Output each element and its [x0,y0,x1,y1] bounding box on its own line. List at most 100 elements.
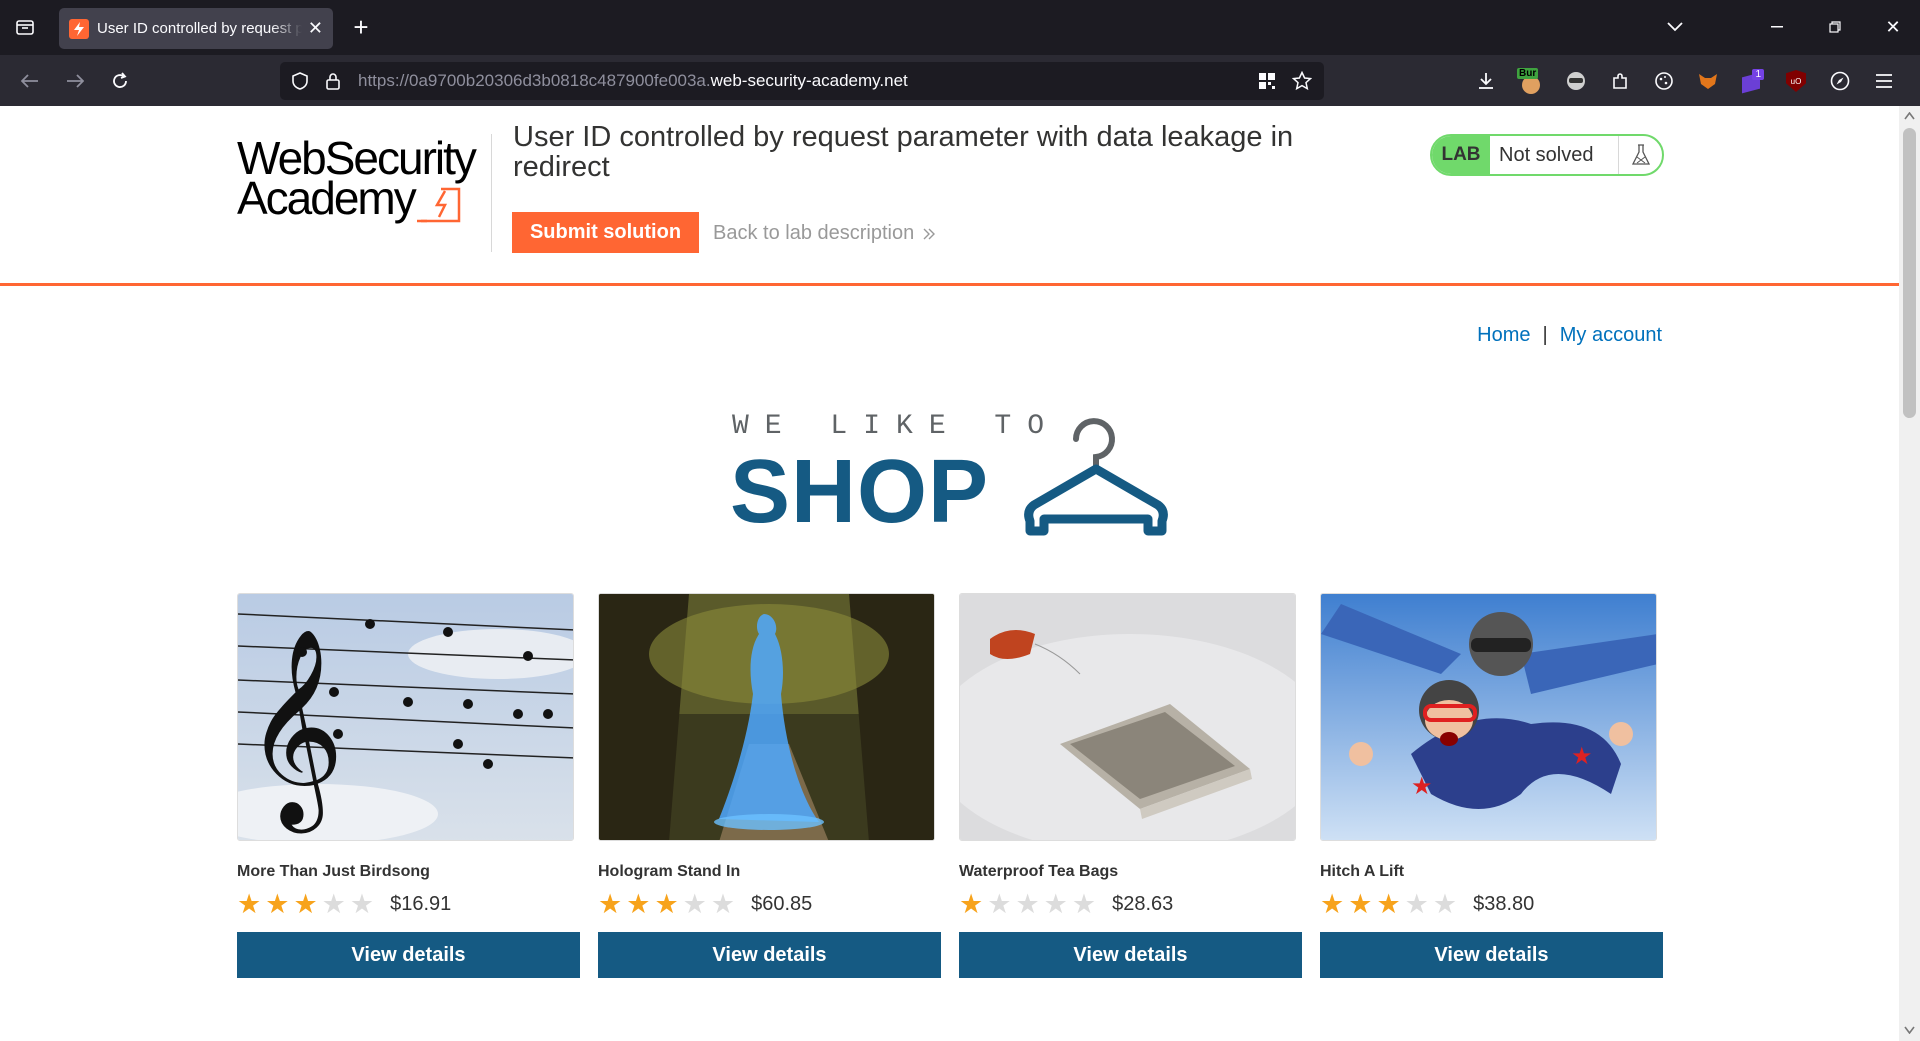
product-image-skydivers[interactable]: ★ ★ [1320,593,1657,841]
product-card: ★ ★ Hitch A Lift ★ ★ ★ ★ ★ $38.80 View detai… [1320,593,1663,978]
web-security-academy-logo[interactable]: WebSecurity Academy [237,131,487,226]
cookie-extension-icon[interactable] [1648,65,1680,97]
restore-window-icon[interactable] [1820,12,1850,42]
lightning-logo-icon [417,187,461,223]
browser-navigation-bar: https://0a9700b20306d3b0818c487900fe003a… [0,55,1920,106]
svg-text:★: ★ [1411,773,1433,800]
star-empty-icon: ★ [987,889,1012,919]
star-empty-icon: ★ [682,889,707,919]
burp-extension-icon[interactable]: Bur [1514,65,1546,97]
product-image-blue-hologram-woman[interactable] [598,593,935,841]
star-empty-icon: ★ [1071,889,1097,919]
banner-title: SHOP [730,442,990,542]
product-name: Hologram Stand In [598,863,741,880]
view-details-button[interactable]: View details [237,932,580,978]
list-all-tabs-chevron-icon[interactable] [1660,12,1690,42]
lightning-favicon-icon [69,18,89,39]
product-card: Waterproof Tea Bags ★ ★ ★ ★ ★ $28.63 View de… [959,593,1302,978]
double-chevron-right-icon [923,228,936,239]
ext-badge: Bur [1517,68,1539,79]
product-card: 𝄞 More Than Just Birdsong ★ ★ ★ ★ ★ $16.91 V… [237,593,580,978]
new-tab-icon[interactable]: + [346,12,376,42]
my-account-link[interactable]: My account [1560,324,1662,347]
lab-title: User ID controlled by request parameter … [513,121,1294,183]
web-page: WebSecurity Academy User ID controlled b… [0,106,1899,1041]
tab-title: User ID controlled by request parameter … [97,20,302,37]
close-window-icon[interactable]: ✕ [1878,12,1908,42]
shield-icon[interactable] [290,71,310,96]
star-empty-icon: ★ [349,889,375,919]
tab-list-icon[interactable] [10,12,40,42]
lock-icon[interactable] [324,71,342,96]
product-name: Hitch A Lift [1320,863,1405,880]
lab-status-widget: LAB Not solved [1430,134,1664,176]
svg-text:★: ★ [1571,743,1593,770]
banner-tagline: WE LIKE TO [732,411,1061,442]
star-filled-icon: ★ [1348,889,1373,919]
back-arrow-icon[interactable] [12,63,48,99]
star-empty-icon: ★ [1043,889,1068,919]
shop-banner: WE LIKE TO SHOP [730,411,1170,542]
scroll-up-arrow-icon[interactable] [1904,112,1915,120]
star-rating: ★ ★ ★ ★ ★ [598,889,736,919]
page-scrollbar[interactable] [1899,106,1920,1041]
submit-solution-button[interactable]: Submit solution [512,212,699,253]
active-tab[interactable]: User ID controlled by request parameter … [59,8,333,49]
star-filled-icon: ★ [626,889,651,919]
product-image-tea-bag[interactable] [959,593,1296,841]
reload-icon[interactable] [102,63,138,99]
view-details-button[interactable]: View details [598,932,941,978]
back-to-lab-description-link[interactable]: Back to lab description [713,222,936,245]
star-filled-icon: ★ [598,889,623,919]
star-empty-icon: ★ [1015,889,1040,919]
hamburger-menu-icon[interactable] [1868,65,1900,97]
nav-separator: | [1542,324,1548,346]
star-filled-icon: ★ [1376,889,1401,919]
star-empty-icon: ★ [710,889,736,919]
puzzle-extensions-icon[interactable] [1604,65,1636,97]
star-empty-icon: ★ [1432,889,1458,919]
ext-count-badge: 1 [1752,69,1764,80]
svg-text:𝄞: 𝄞 [244,627,344,833]
home-link[interactable]: Home [1477,324,1530,347]
ublock-icon[interactable]: uO [1780,65,1812,97]
bookmark-star-icon[interactable] [1291,70,1313,96]
downloads-icon[interactable] [1470,65,1502,97]
mask-extension-icon[interactable] [1560,65,1592,97]
star-rating: ★ ★ ★ ★ ★ [959,889,1097,919]
star-filled-icon: ★ [1320,889,1345,919]
star-filled-icon: ★ [959,889,984,919]
view-details-button[interactable]: View details [1320,932,1663,978]
top-navigation: Home | My account [1477,324,1662,347]
fox-extension-icon[interactable] [1692,65,1724,97]
star-filled-icon: ★ [293,889,318,919]
lab-status-text: Not solved [1499,143,1594,166]
scrollbar-thumb[interactable] [1903,128,1916,418]
view-details-button[interactable]: View details [959,932,1302,978]
product-name: Waterproof Tea Bags [959,863,1119,880]
scroll-down-arrow-icon[interactable] [1904,1026,1915,1034]
clothes-hanger-icon [1024,418,1168,536]
product-card: Hologram Stand In ★ ★ ★ ★ ★ $60.85 View deta… [598,593,941,978]
product-price: $38.80 [1473,892,1535,915]
purple-extension-icon[interactable]: 1 [1736,65,1768,97]
url-text: https://0a9700b20306d3b0818c487900fe003a… [358,71,908,90]
product-image-birds-on-music-staff[interactable]: 𝄞 [237,593,574,841]
browser-tab-bar: User ID controlled by request parameter … [0,0,1920,55]
compass-icon[interactable] [1824,65,1856,97]
close-tab-icon[interactable]: ✕ [308,18,323,39]
forward-arrow-icon[interactable] [57,63,93,99]
minimize-window-icon[interactable] [1762,12,1792,42]
star-filled-icon: ★ [237,889,262,919]
product-price: $60.85 [751,892,813,915]
product-name: More Than Just Birdsong [237,863,430,880]
product-price: $16.91 [390,892,452,915]
star-rating: ★ ★ ★ ★ ★ [237,889,375,919]
lab-header: WebSecurity Academy User ID controlled b… [0,106,1899,286]
qr-code-icon[interactable] [1258,72,1276,95]
star-rating: ★ ★ ★ ★ ★ [1320,889,1458,919]
flask-icon [1618,136,1662,174]
product-price: $28.63 [1112,892,1174,915]
address-bar[interactable]: https://0a9700b20306d3b0818c487900fe003a… [280,62,1324,100]
product-grid: 𝄞 More Than Just Birdsong ★ ★ ★ ★ ★ $16.91 V… [237,593,1663,1013]
